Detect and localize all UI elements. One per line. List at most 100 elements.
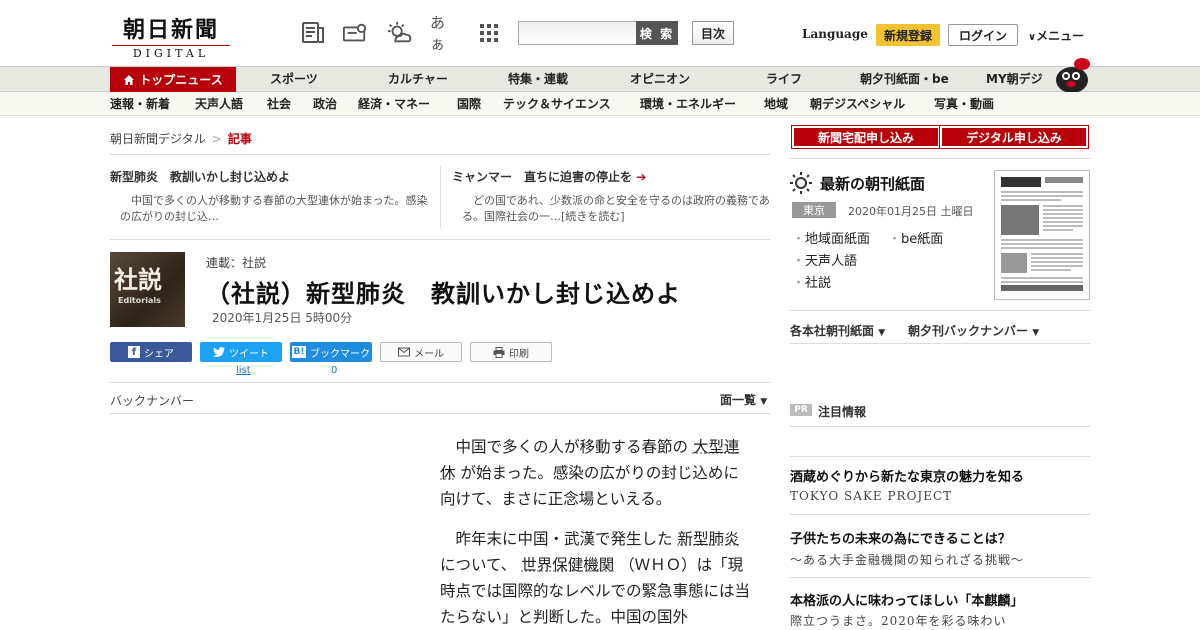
logo-main-text: 朝日新聞 (122, 17, 219, 43)
nav2-international[interactable]: 国際 (457, 92, 481, 116)
twitter-share-button[interactable]: ツイート (200, 342, 282, 362)
toc-button[interactable]: 目次 (692, 21, 734, 45)
nav2-region[interactable]: 地域 (764, 92, 788, 116)
hatena-bookmark-button[interactable]: B! ブックマーク (290, 342, 372, 362)
weather-icon[interactable] (386, 20, 412, 46)
primary-nav: トップニュース スポーツ カルチャー 特集・連載 オピニオン ライフ 朝夕刊紙面… (0, 66, 1200, 92)
series-label[interactable]: 連載：社説 (206, 254, 266, 271)
search-input[interactable] (518, 21, 638, 45)
back-number-label[interactable]: バックナンバー (110, 392, 194, 409)
nav2-society[interactable]: 社会 (267, 92, 291, 116)
divider (790, 343, 1090, 344)
branch-papers-dropdown[interactable]: 各本社朝刊紙面 ▼ (790, 322, 885, 339)
twitter-share-label: ツイート (229, 348, 269, 360)
link-be-page[interactable]: be紙面 (888, 228, 943, 247)
ad-subtitle[interactable]: TOKYO SAKE PROJECT (790, 489, 952, 503)
ad-subtitle[interactable]: ～ある大手金融機関の知られざる挑戦～ (790, 551, 1024, 568)
nav2-environment[interactable]: 環境・エネルギー (640, 92, 736, 116)
site-logo[interactable]: 朝日新聞 DIGITAL (112, 12, 230, 60)
pr-badge: PR (790, 404, 812, 416)
newspaper-thumbnail[interactable] (994, 170, 1090, 300)
menu-button[interactable]: ∨メニュー (1028, 27, 1084, 44)
page-list-dropdown[interactable]: 面一覧 ▼ (720, 391, 767, 408)
divider (790, 514, 1090, 515)
nav-newspaper-be[interactable]: 朝夕刊紙面・be (860, 67, 949, 91)
ad-title[interactable]: 子供たちの未来の為にできることは？ (790, 528, 1011, 547)
paper-backnumber-dropdown[interactable]: 朝夕刊バックナンバー ▼ (908, 322, 1039, 339)
teaser-prev-title: 新型肺炎 教訓いかし封じ込めよ (110, 170, 291, 184)
divider (110, 239, 770, 240)
nav-opinion[interactable]: オピニオン (630, 67, 690, 91)
digital-subscribe-button[interactable]: デジタル申し込み (939, 125, 1089, 149)
teaser-prev[interactable]: 新型肺炎 教訓いかし封じ込めよ 中国で多くの人が移動する春節の大型連休が始まった… (110, 168, 430, 225)
link-tenseijingo[interactable]: 天声人語 (792, 250, 857, 269)
hatena-count[interactable]: 0 (331, 365, 337, 376)
ticket-icon[interactable] (342, 20, 368, 46)
body-text-segment: 昨年末に中国・武漢で発生した (455, 530, 673, 548)
language-link[interactable]: Language (802, 27, 868, 41)
breadcrumb-home[interactable]: 朝日新聞デジタル (110, 132, 206, 146)
editorial-badge-kanji: 社説 (114, 265, 162, 294)
nav-my-asahi[interactable]: MY朝デジ (986, 67, 1043, 91)
facebook-share-button[interactable]: f シェア (110, 342, 192, 362)
teaser-next[interactable]: ミャンマー 直ちに迫害の停止を ➔ どの国であれ、少数派の命と安全を守るのは政府… (452, 168, 772, 225)
branch-papers-label: 各本社朝刊紙面 (790, 324, 875, 338)
breadcrumb: 朝日新聞デジタル > 記事 (110, 130, 252, 147)
nav2-politics[interactable]: 政治 (313, 92, 337, 116)
link-regional-page[interactable]: 地域面紙面 (792, 228, 870, 247)
chevron-down-icon: ∨ (1028, 32, 1037, 43)
secondary-nav: 速報・新着 天声人語 社会 政治 経済・マネー 国際 テック＆サイエンス 環境・… (0, 92, 1200, 116)
newspaper-icon[interactable] (300, 20, 326, 46)
editorial-badge-en: Editorials (118, 296, 161, 305)
page-list-label: 面一覧 (720, 393, 757, 407)
nav-top-news[interactable]: トップニュース (110, 67, 236, 92)
search-button[interactable]: 検 索 (636, 21, 678, 45)
home-delivery-button[interactable]: 新聞宅配申し込み (791, 125, 941, 149)
teaser-next-body: どの国であれ、少数派の命と安全を守るのは政府の義務である。国際社会の一…[続きを… (462, 194, 770, 223)
divider (790, 577, 1090, 578)
nav2-economy[interactable]: 経済・マネー (358, 92, 430, 116)
print-button[interactable]: 印刷 (470, 342, 552, 362)
signup-button[interactable]: 新規登録 (876, 24, 940, 46)
menu-label: メニュー (1036, 29, 1085, 43)
nav-sports[interactable]: スポーツ (270, 67, 318, 91)
editorial-badge-image: 社説 Editorials (110, 252, 185, 327)
nav2-tech[interactable]: テック＆サイエンス (503, 92, 611, 116)
body-text-segment: が始まった。感染の広がりの封じ込めに向けて、まさに正念場といえる。 (440, 464, 739, 508)
nav2-breaking[interactable]: 速報・新着 (110, 92, 170, 116)
nav-features[interactable]: 特集・連載 (508, 67, 568, 91)
apps-grid-icon[interactable] (476, 20, 502, 46)
nav2-tenseijingo[interactable]: 天声人語 (195, 92, 243, 116)
hatena-icon: B! (292, 346, 306, 358)
divider (110, 382, 770, 383)
ad-title[interactable]: 酒蔵めぐりから新たな東京の魅力を知る (790, 466, 1024, 485)
divider (110, 154, 770, 155)
latest-paper-title[interactable]: 最新の朝刊紙面 (820, 173, 925, 194)
ad-subtitle[interactable]: 際立つうまさ。2020年を彩る味わい (790, 612, 1007, 629)
link-editorial[interactable]: 社説 (792, 272, 831, 291)
keyword-link[interactable]: 新型肺炎 (677, 530, 739, 548)
nav2-photo-video[interactable]: 写真・動画 (934, 92, 994, 116)
latest-paper-date: 2020年01月25日 土曜日 (848, 205, 974, 218)
twitter-count-link[interactable]: list (236, 365, 251, 376)
teaser-next-title: ミャンマー 直ちに迫害の停止を (452, 170, 633, 184)
divider (790, 426, 1090, 427)
font-size-icon[interactable]: あぁ (430, 14, 456, 53)
mascot-icon[interactable] (1052, 56, 1092, 94)
arrow-right-icon: ➔ (636, 170, 647, 184)
login-button[interactable]: ログイン (948, 24, 1018, 46)
caret-down-icon: ▼ (878, 328, 886, 338)
logo-sub-text: DIGITAL (112, 45, 230, 60)
nav2-special[interactable]: 朝デジスペシャル (810, 92, 905, 116)
mail-share-button[interactable]: メール (380, 342, 462, 362)
facebook-share-label: シェア (144, 348, 174, 360)
nav-culture[interactable]: カルチャー (388, 67, 448, 91)
keyword-link[interactable]: 世界保健機関 (521, 556, 614, 574)
nav-top-news-label: トップニュース (139, 73, 223, 87)
teaser-next-title-row: ミャンマー 直ちに迫害の停止を ➔ (452, 168, 772, 185)
teaser-prev-body: 中国で多くの人が移動する春節の大型連休が始まった。感染の広がりの封じ込… (120, 194, 428, 223)
body-text-segment: 中国で多くの人が移動する春節の (455, 438, 689, 456)
print-label: 印刷 (509, 348, 529, 360)
ad-title[interactable]: 本格派の人に味わってほしい「本麒麟」 (790, 590, 1023, 609)
nav-life[interactable]: ライフ (766, 67, 802, 91)
